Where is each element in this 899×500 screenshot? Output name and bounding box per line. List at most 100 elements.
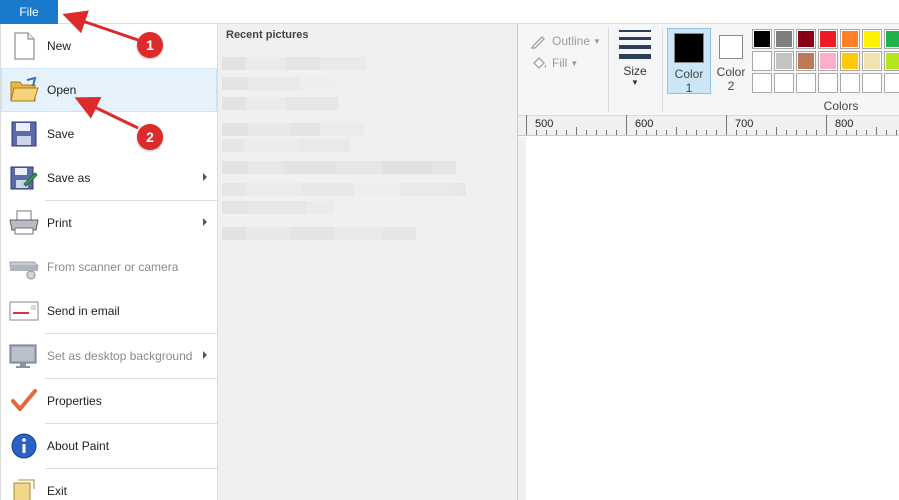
menu-item-about-paint[interactable]: About Paint (1, 424, 217, 468)
ruler-tick (796, 130, 797, 135)
palette-swatch[interactable] (774, 29, 794, 49)
ruler-label: 600 (635, 118, 654, 130)
recent-file-item[interactable] (222, 201, 334, 214)
menu-item-save-as[interactable]: Save as (1, 156, 217, 200)
ruler-tick (636, 130, 637, 135)
submenu-arrow-icon (203, 218, 207, 226)
ruler-tick (756, 130, 757, 135)
ruler-tick (696, 130, 697, 135)
ruler-tick (836, 130, 837, 135)
ruler-tick (556, 130, 557, 135)
canvas-gutter (518, 137, 526, 500)
menu-item-open[interactable]: Open (1, 68, 217, 112)
ruler-tick (786, 130, 787, 135)
color1-label: Color (674, 67, 704, 81)
color2-label: Color (716, 65, 746, 79)
menu-item-label: Send in email (47, 304, 120, 318)
recent-file-item[interactable] (222, 97, 338, 110)
ruler-tick (816, 130, 817, 135)
menu-item-label: Set as desktop background (47, 349, 193, 363)
color1-button[interactable]: Color 1 (667, 28, 711, 95)
menu-item-label: Save as (47, 171, 91, 185)
palette-swatch[interactable] (862, 51, 882, 71)
fill-button[interactable]: Fill ▼ (530, 52, 610, 74)
palette-swatch[interactable] (884, 51, 899, 71)
color2-button[interactable]: Color 2 (709, 28, 753, 94)
palette-swatch[interactable] (840, 29, 860, 49)
colors-group-label: Colors (823, 99, 859, 113)
ruler-tick (826, 115, 827, 135)
menu-item-new[interactable]: New (1, 24, 217, 68)
recent-file-item[interactable] (222, 57, 380, 70)
palette-swatch[interactable] (818, 73, 838, 93)
palette-swatch[interactable] (862, 29, 882, 49)
chevron-down-icon: ▼ (593, 36, 601, 46)
color2-number: 2 (727, 79, 735, 93)
ribbon-tab-strip (518, 0, 899, 24)
ribbon-separator (608, 28, 609, 112)
palette-swatch[interactable] (796, 29, 816, 49)
ruler-tick (646, 130, 647, 135)
recent-file-item[interactable] (222, 183, 466, 196)
menu-item-send-in-email[interactable]: Send in email (1, 289, 217, 333)
palette-swatch[interactable] (752, 29, 772, 49)
palette-swatch[interactable] (818, 51, 838, 71)
palette-swatch[interactable] (884, 29, 899, 49)
color2-swatch (719, 35, 743, 59)
outline-button[interactable]: Outline ▼ (530, 30, 610, 52)
palette-swatch[interactable] (774, 51, 794, 71)
menu-item-print[interactable]: Print (1, 201, 217, 245)
printer-icon (4, 205, 44, 241)
ruler-tick (676, 127, 677, 135)
ruler-tick (766, 130, 767, 135)
color-palette (752, 29, 899, 95)
ruler-tick (666, 130, 667, 135)
palette-swatch[interactable] (752, 73, 772, 93)
open-folder-icon (4, 72, 44, 108)
menu-item-properties[interactable]: Properties (1, 379, 217, 423)
ruler-tick (726, 115, 727, 135)
recent-file-item[interactable] (222, 123, 364, 136)
ruler-tick (856, 130, 857, 135)
menu-item-label: Open (47, 83, 77, 97)
palette-swatch[interactable] (774, 73, 794, 93)
palette-swatch[interactable] (818, 29, 838, 49)
palette-swatch[interactable] (840, 51, 860, 71)
line-size-icon (613, 30, 657, 59)
color1-number: 1 (685, 81, 693, 95)
palette-swatch[interactable] (752, 51, 772, 71)
menu-item-from-scanner[interactable]: From scanner or camera (1, 245, 217, 289)
menu-item-save[interactable]: Save (1, 112, 217, 156)
annotation-badge-1: 1 (137, 32, 163, 58)
drawing-canvas[interactable] (518, 137, 899, 500)
ruler-tick (546, 130, 547, 135)
recent-pictures-panel: Recent pictures (218, 24, 518, 500)
palette-swatch[interactable] (796, 73, 816, 93)
palette-swatch[interactable] (884, 73, 899, 93)
info-icon (4, 428, 44, 464)
outline-label: Outline (552, 34, 591, 48)
ruler-label: 800 (835, 118, 854, 130)
recent-file-item[interactable] (222, 227, 416, 240)
horizontal-ruler: 500 600 700 800 (518, 115, 899, 136)
palette-swatch[interactable] (796, 51, 816, 71)
file-tab[interactable]: File (0, 0, 58, 24)
menu-item-label: New (47, 39, 72, 53)
ruler-tick (526, 115, 527, 135)
menu-item-set-desktop-background[interactable]: Set as desktop background (1, 334, 217, 378)
ruler-tick (656, 130, 657, 135)
recent-file-item[interactable] (222, 139, 350, 152)
palette-swatch[interactable] (862, 73, 882, 93)
size-button[interactable]: Size ▼ (613, 30, 657, 87)
floppy-disk-icon (4, 116, 44, 152)
ruler-tick (746, 130, 747, 135)
ruler-label: 700 (735, 118, 754, 130)
exit-icon (4, 473, 44, 500)
ruler-tick (736, 130, 737, 135)
menu-item-exit[interactable]: Exit (1, 469, 217, 500)
palette-swatch[interactable] (840, 73, 860, 93)
recent-file-item[interactable] (222, 77, 334, 90)
ruler-label: 500 (535, 118, 554, 130)
new-document-icon (4, 28, 44, 64)
recent-file-item[interactable] (222, 161, 456, 174)
